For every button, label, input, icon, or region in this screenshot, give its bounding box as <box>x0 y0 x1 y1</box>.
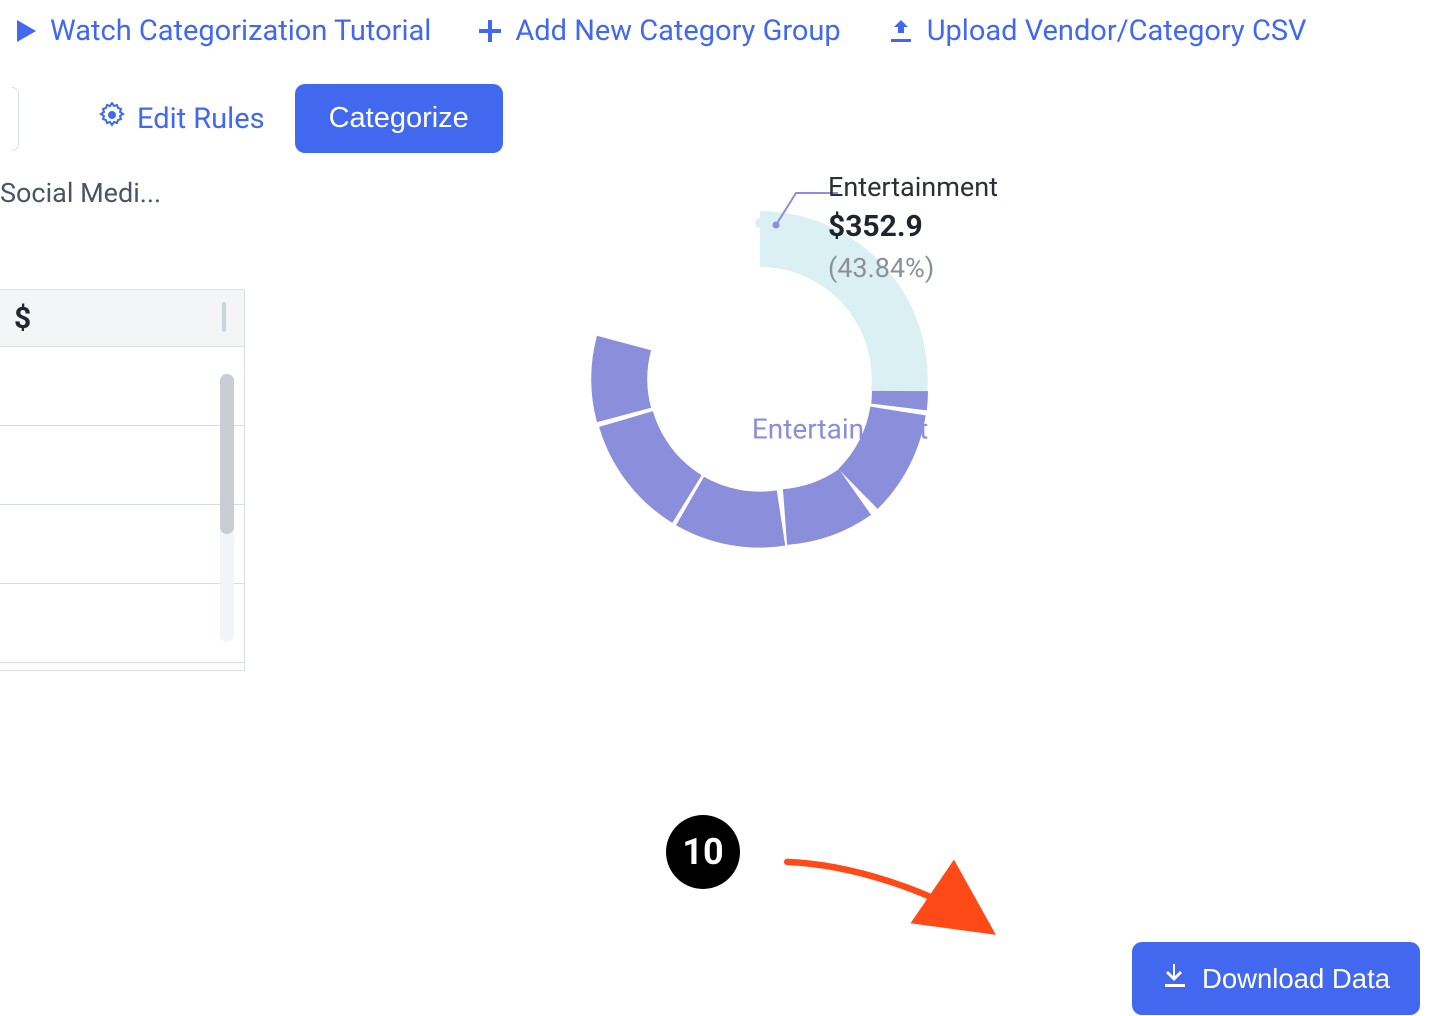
categorize-button[interactable]: Categorize <box>295 84 503 153</box>
table-row[interactable] <box>0 584 244 663</box>
donut-center-label: Entertainment <box>752 413 928 446</box>
upload-csv-link[interactable]: Upload Vendor/Category CSV <box>887 14 1307 48</box>
category-chip-label: Social Medi... <box>0 177 161 209</box>
edit-rules-link[interactable]: Edit Rules <box>99 102 265 136</box>
edit-rules-label: Edit Rules <box>137 102 265 136</box>
scrollbar-thumb[interactable] <box>220 374 234 534</box>
main-area: $ Entertainment En <box>0 289 1440 1009</box>
watch-tutorial-link[interactable]: Watch Categorization Tutorial <box>14 14 431 48</box>
add-category-group-label: Add New Category Group <box>515 14 840 48</box>
callout-amount: $352.9 <box>828 207 998 248</box>
tutorial-step-badge: 10 <box>666 815 740 889</box>
table-header-label: $ <box>14 301 31 336</box>
table-row[interactable] <box>0 505 244 584</box>
toolbar-actions: Edit Rules Categorize <box>0 84 1440 153</box>
add-category-group-link[interactable]: Add New Category Group <box>477 14 840 48</box>
watch-tutorial-label: Watch Categorization Tutorial <box>50 14 431 48</box>
donut-callout: Entertainment $352.9 (43.84%) <box>828 169 998 286</box>
callout-percent: (43.84%) <box>828 250 998 286</box>
table-row[interactable] <box>0 347 244 426</box>
upload-csv-label: Upload Vendor/Category CSV <box>927 14 1307 48</box>
table-row[interactable] <box>0 426 244 505</box>
gear-icon <box>99 102 125 136</box>
upload-icon <box>887 17 915 45</box>
play-icon <box>14 18 38 44</box>
table-header[interactable]: $ <box>0 290 244 347</box>
callout-category: Entertainment <box>828 169 998 205</box>
download-icon <box>1162 962 1188 995</box>
tutorial-step-number: 10 <box>682 831 723 873</box>
data-table: $ <box>0 289 245 671</box>
plus-icon <box>477 18 503 44</box>
column-resize-handle[interactable] <box>222 302 226 332</box>
download-data-label: Download Data <box>1202 963 1390 995</box>
panel-edge <box>12 87 19 151</box>
download-data-button[interactable]: Download Data <box>1132 942 1420 1015</box>
categorize-label: Categorize <box>329 102 469 134</box>
toolbar-top: Watch Categorization Tutorial Add New Ca… <box>0 0 1440 48</box>
tutorial-arrow-icon <box>740 849 1040 949</box>
